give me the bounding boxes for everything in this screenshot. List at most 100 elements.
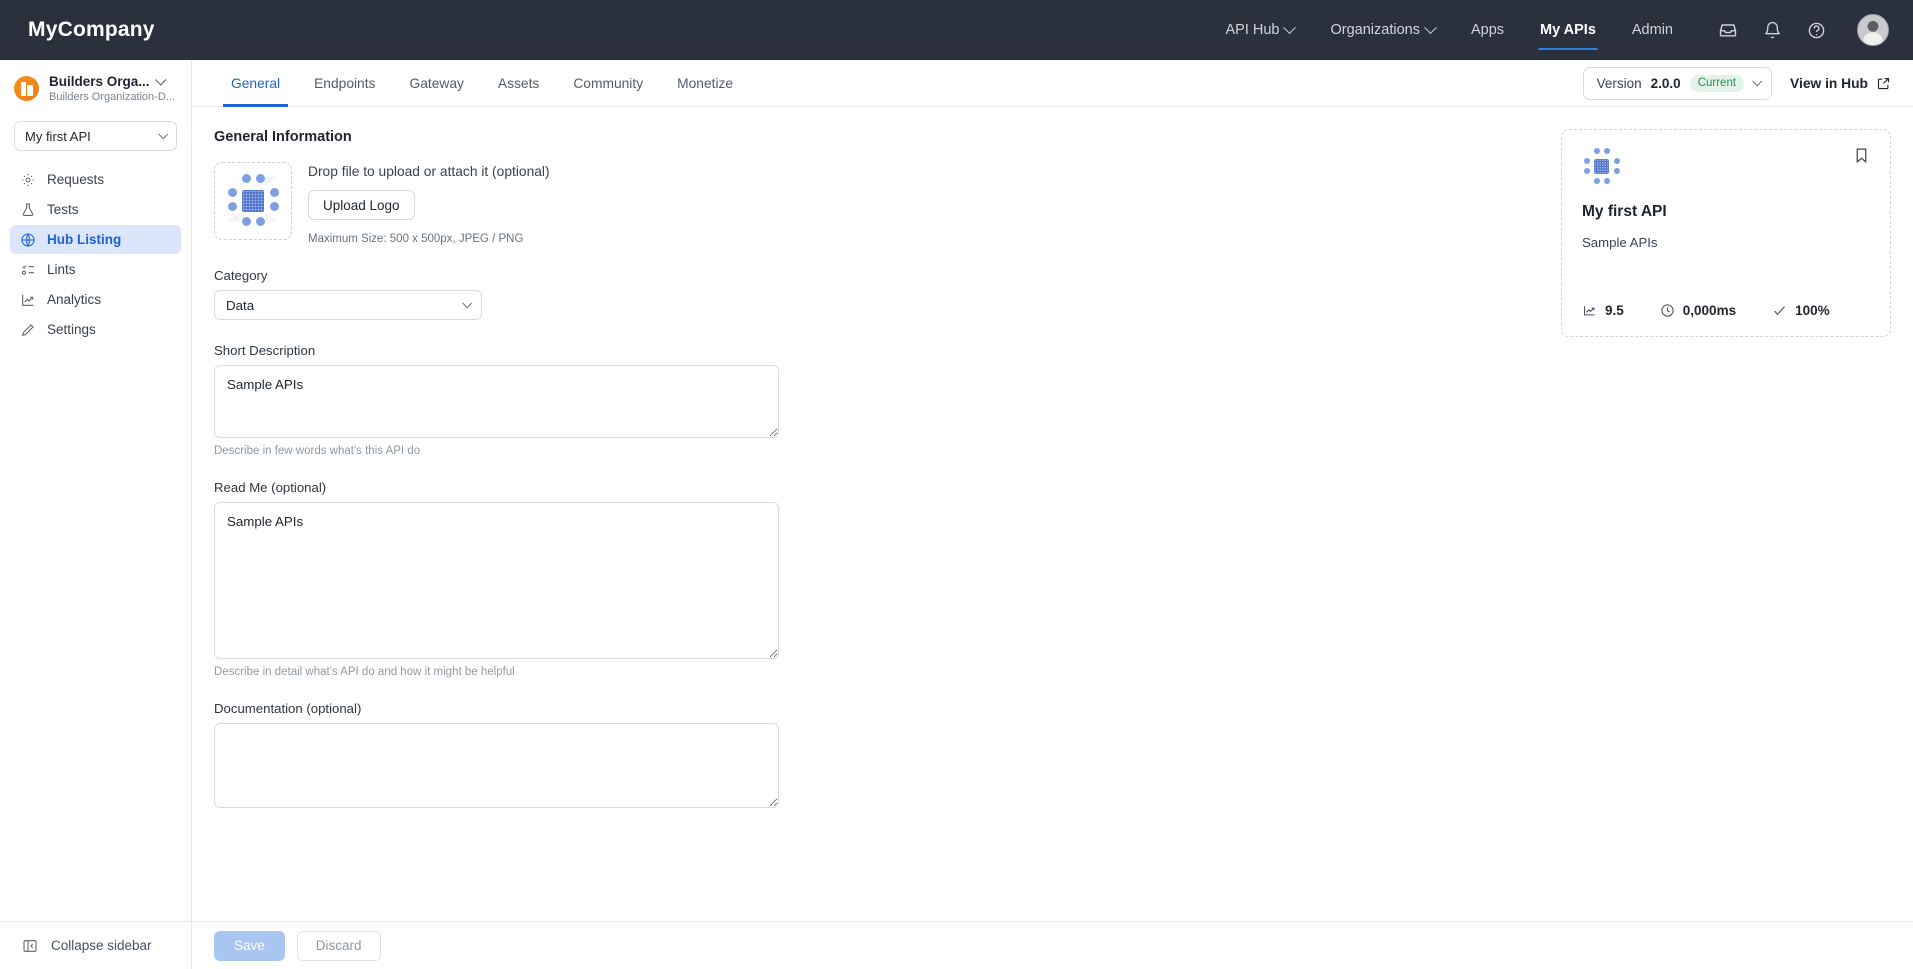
trend-up-icon [1582, 303, 1597, 318]
view-in-hub-label: View in Hub [1790, 75, 1868, 91]
logo-upload-row: Drop file to upload or attach it (option… [214, 162, 1548, 245]
chevron-down-icon [462, 297, 473, 308]
tab-label: Community [573, 75, 644, 91]
topnav-item-my-apis[interactable]: My APIs [1522, 0, 1614, 60]
pencil-icon [19, 321, 36, 338]
category-select[interactable]: Data [214, 290, 482, 320]
sidebar-item-requests[interactable]: Requests [10, 165, 181, 194]
sidebar-item-label: Hub Listing [47, 232, 122, 247]
tab-community[interactable]: Community [556, 60, 660, 107]
card-subtitle: Sample APIs [1582, 235, 1658, 250]
short-description-label: Short Description [214, 343, 316, 358]
readme-helper: Describe in detail what's API do and how… [214, 666, 515, 678]
stat-value: 9.5 [1605, 303, 1624, 318]
tab-endpoints[interactable]: Endpoints [297, 60, 392, 107]
view-in-hub-button[interactable]: View in Hub [1790, 76, 1891, 91]
inbox-icon[interactable] [1717, 19, 1739, 41]
preview-column: My first API Sample APIs 9.5 0,000ms 100… [1548, 107, 1913, 921]
flask-icon [19, 201, 36, 218]
api-selector[interactable]: My first API [14, 121, 177, 151]
sidebar-item-label: Analytics [47, 292, 102, 307]
topnav-item-api-hub[interactable]: API Hub [1207, 0, 1312, 60]
sidebar: Builders Orga... Builders Organization-D… [0, 60, 192, 969]
short-description-input[interactable] [214, 365, 779, 438]
version-selector[interactable]: Version 2.0.0 Current [1582, 66, 1773, 100]
organization-icon [14, 76, 39, 101]
save-button[interactable]: Save [214, 930, 285, 961]
upload-logo-button[interactable]: Upload Logo [308, 190, 415, 220]
sidebar-item-lints[interactable]: Lints [10, 255, 181, 284]
card-header [1582, 147, 1870, 187]
readme-input[interactable] [214, 502, 779, 659]
topnav-item-organizations[interactable]: Organizations [1312, 0, 1452, 60]
api-selector-value: My first API [25, 128, 91, 144]
documentation-input[interactable] [214, 723, 779, 808]
brand-logo[interactable]: MyCompany [28, 18, 155, 42]
card-stats: 9.5 0,000ms 100% [1582, 303, 1870, 318]
tab-label: General [231, 75, 281, 91]
version-prefix: Version [1596, 75, 1642, 91]
globe-icon [19, 231, 36, 248]
external-link-icon [1876, 76, 1891, 91]
avatar[interactable] [1857, 14, 1889, 46]
form-footer: Save Discard [192, 921, 1913, 969]
help-circle-icon[interactable] [1805, 19, 1827, 41]
sidebar-item-hub-listing[interactable]: Hub Listing [10, 225, 181, 254]
upload-info: Drop file to upload or attach it (option… [308, 162, 550, 245]
chevron-down-icon [154, 73, 166, 86]
tab-bar-actions: Version 2.0.0 Current View in Hub [1582, 66, 1891, 100]
tab-label: Monetize [677, 75, 734, 91]
sidebar-item-tests[interactable]: Tests [10, 195, 181, 224]
topnav-label: Admin [1631, 22, 1673, 38]
sidebar-item-label: Tests [47, 202, 79, 217]
tab-gateway[interactable]: Gateway [392, 60, 480, 107]
content-area: General Information Drop file to upload … [192, 107, 1913, 921]
chevron-down-icon [158, 128, 169, 139]
chevron-down-icon [1752, 75, 1763, 86]
top-navigation: API Hub Organizations Apps My APIs Admin [1207, 0, 1691, 60]
org-switcher[interactable]: Builders Orga... Builders Organization-D… [0, 60, 191, 111]
tab-label: Endpoints [314, 75, 376, 91]
analytics-icon [19, 291, 36, 308]
top-icon-group [1717, 14, 1889, 46]
max-size-hint: Maximum Size: 500 x 500px, JPEG / PNG [308, 233, 524, 245]
app-body: Builders Orga... Builders Organization-D… [0, 60, 1913, 969]
sidebar-item-settings[interactable]: Settings [10, 315, 181, 344]
org-name-row: Builders Orga... [49, 73, 179, 89]
tab-label: Gateway [409, 75, 464, 91]
topnav-item-apps[interactable]: Apps [1453, 0, 1522, 60]
status-badge: Current [1689, 74, 1745, 92]
tab-monetize[interactable]: Monetize [660, 60, 750, 107]
tab-assets[interactable]: Assets [481, 60, 556, 107]
org-text: Builders Orga... Builders Organization-D… [49, 73, 179, 103]
card-title: My first API [1582, 203, 1667, 220]
sidebar-item-label: Lints [47, 262, 76, 277]
stat-uptime: 100% [1772, 303, 1830, 318]
topnav-label: Organizations [1330, 22, 1420, 38]
stat-value: 100% [1795, 303, 1830, 318]
category-value: Data [226, 297, 255, 313]
discard-button[interactable]: Discard [296, 930, 381, 961]
sidebar-item-label: Requests [47, 172, 105, 187]
collapse-sidebar-button[interactable]: Collapse sidebar [0, 921, 191, 969]
collapse-sidebar-label: Collapse sidebar [51, 938, 152, 953]
documentation-label: Documentation (optional) [214, 701, 362, 716]
logo-dropzone[interactable] [214, 162, 292, 240]
tab-list: General Endpoints Gateway Assets Communi… [192, 60, 750, 107]
tab-general[interactable]: General [214, 60, 297, 107]
short-description-helper: Describe in few words what's this API do [214, 445, 421, 457]
topnav-label: My APIs [1540, 22, 1596, 38]
main-panel: General Endpoints Gateway Assets Communi… [192, 60, 1913, 969]
tab-label: Assets [497, 75, 540, 91]
bookmark-icon[interactable] [1853, 147, 1870, 164]
panel-collapse-icon [22, 938, 38, 954]
bell-icon[interactable] [1761, 19, 1783, 41]
api-preview-card: My first API Sample APIs 9.5 0,000ms 100… [1561, 129, 1891, 337]
chevron-down-icon [1283, 20, 1297, 34]
lints-icon [19, 261, 36, 278]
sidebar-item-analytics[interactable]: Analytics [10, 285, 181, 314]
topnav-label: Apps [1470, 22, 1505, 38]
chevron-down-icon [1424, 20, 1437, 34]
topnav-item-admin[interactable]: Admin [1614, 0, 1691, 60]
requests-icon [19, 171, 36, 188]
